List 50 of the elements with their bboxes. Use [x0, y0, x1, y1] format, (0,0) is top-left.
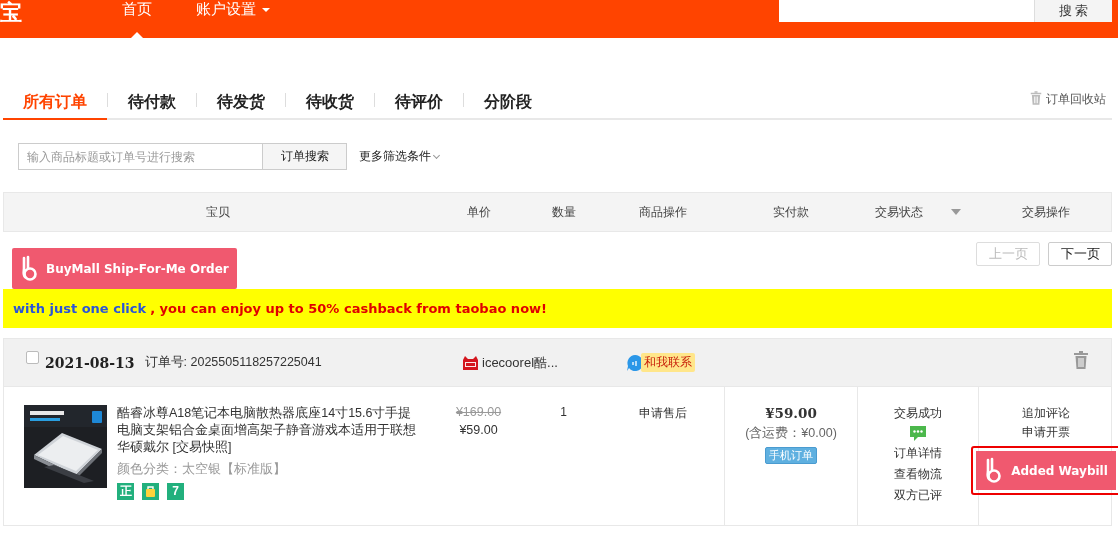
- status-text: 交易成功: [894, 405, 942, 422]
- search-button[interactable]: 搜 索: [1034, 0, 1112, 22]
- shop-link[interactable]: icecoorel酷...: [482, 353, 558, 372]
- promo-text: , you can enjoy up to 50% cashback from taobao now!: [150, 301, 547, 316]
- recycle-bin-link[interactable]: 订单回收站: [1024, 86, 1112, 118]
- hand-icon: [984, 456, 1003, 485]
- order-date: 2021-08-13: [45, 354, 135, 371]
- tab[interactable]: 待发货: [197, 86, 285, 120]
- mobile-order-tag: 手机订单: [765, 447, 817, 464]
- column-header: 实付款: [772, 203, 809, 221]
- order-number: 订单号: 2025505118257225041: [144, 354, 322, 371]
- trash-icon[interactable]: [1073, 351, 1089, 369]
- column-header[interactable]: 交易状态: [874, 203, 923, 221]
- order-search-field[interactable]: 输入商品标题或订单号进行搜索: [18, 143, 263, 170]
- status-link[interactable]: 查看物流: [894, 466, 942, 483]
- order-search-button[interactable]: 订单搜索: [263, 143, 347, 170]
- column-header: 商品操作: [638, 203, 687, 221]
- original-price: ¥169.00: [455, 405, 502, 419]
- tab[interactable]: 待评价: [375, 86, 463, 120]
- status-link[interactable]: 订单详情: [894, 445, 942, 462]
- product-spec: 颜色分类：太空银【标准版】: [117, 461, 287, 478]
- product-title[interactable]: 酷睿冰尊A18笔记本电脑散热器底座14寸15.6寸手提电脑支架铝合金桌面增高架子静音游戏本适用于联想华硕戴尔 [交易快照]: [117, 405, 422, 456]
- hand-icon: [20, 254, 38, 283]
- sort-caret-icon[interactable]: [950, 209, 961, 215]
- snapshot-link[interactable]: [交易快照]: [172, 440, 232, 454]
- order-action-link[interactable]: 申请开票: [1022, 424, 1070, 441]
- chat-icon[interactable]: [910, 426, 926, 441]
- status-text: 双方已评: [894, 487, 942, 504]
- more-filters-link[interactable]: 更多筛选条件: [359, 148, 439, 165]
- tab[interactable]: 分阶段: [464, 86, 552, 120]
- shop-icon: [462, 355, 479, 370]
- quantity: 1: [560, 405, 567, 419]
- checkbox[interactable]: [26, 351, 39, 364]
- promo-link[interactable]: with just one click: [13, 301, 147, 316]
- order-action-link[interactable]: 追加评论: [1022, 405, 1070, 422]
- column-header: 宝贝: [205, 203, 230, 221]
- unit-price: ¥59.00: [459, 423, 498, 437]
- column-header: 数量: [551, 203, 576, 221]
- column-header: 单价: [466, 203, 491, 221]
- bag-icon[interactable]: [142, 483, 159, 500]
- tab[interactable]: 待收货: [286, 86, 374, 120]
- tab[interactable]: 待付款: [108, 86, 196, 120]
- column-header: 交易操作: [1021, 203, 1070, 221]
- after-sale-link[interactable]: 申请售后: [638, 405, 687, 422]
- search-field[interactable]: [779, 0, 1034, 22]
- pager-button[interactable]: 下一页: [1048, 242, 1112, 266]
- shipping-fee: (含运费：¥0.00): [745, 425, 837, 442]
- trash-icon[interactable]: [1030, 91, 1042, 105]
- contact-seller-link[interactable]: 和我联系: [641, 353, 695, 372]
- total-price: ¥59.00: [765, 405, 817, 421]
